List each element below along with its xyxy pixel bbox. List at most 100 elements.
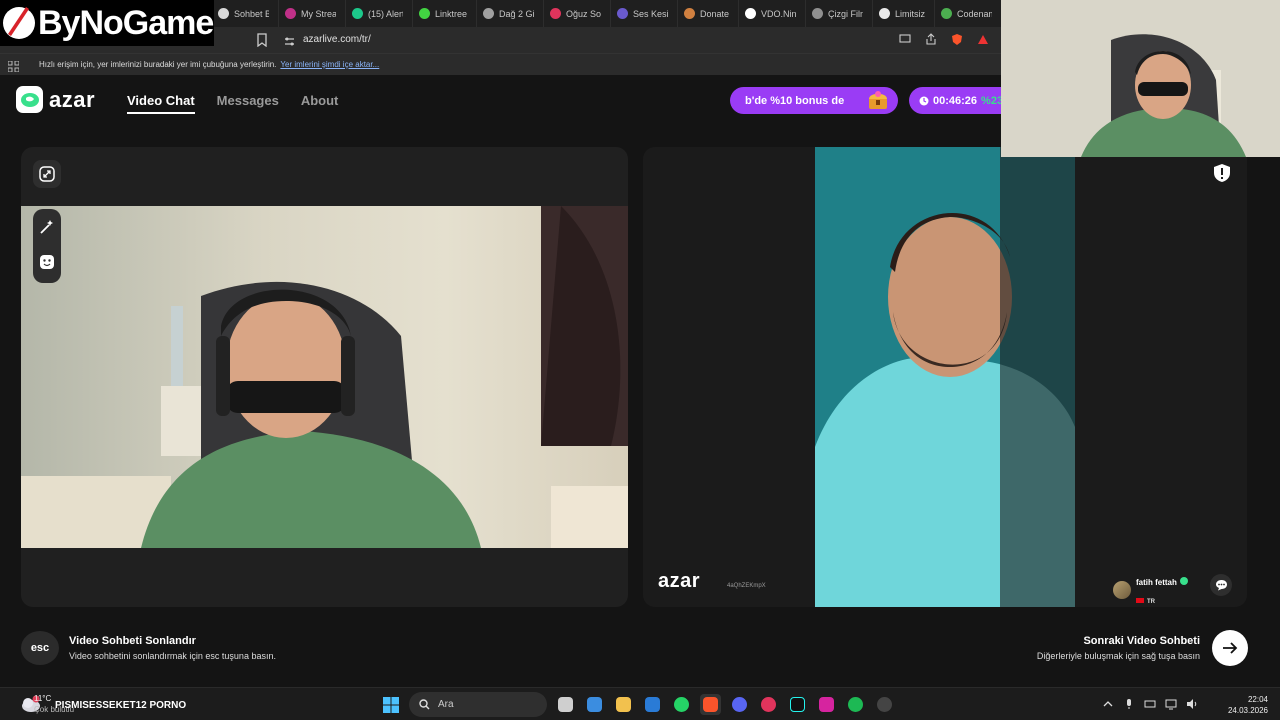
- keyboard-icon[interactable]: [1144, 697, 1156, 709]
- end-chat-subtitle: Video sohbetini sonlandırmak için esc tu…: [69, 651, 276, 661]
- store-icon[interactable]: [584, 694, 605, 715]
- azar-logo-icon: [16, 86, 43, 113]
- bonus-text: b'de %10 bonus de: [745, 94, 845, 107]
- nav-messages[interactable]: Messages: [217, 93, 279, 114]
- tab-label: My Stream: [301, 8, 336, 19]
- nav-video-chat[interactable]: Video Chat: [127, 93, 195, 114]
- tab-label: (15) Alert: [368, 8, 403, 19]
- peer-info[interactable]: fatih fettah TR: [1113, 572, 1188, 607]
- windows-taskbar: 11°C Çok bulutlu PISMISESSEKET12 PORNO A…: [0, 687, 1280, 720]
- self-camera-image: [21, 206, 628, 548]
- self-camera-feed: [21, 206, 628, 548]
- tab-label: Limitsiz: [895, 8, 925, 19]
- search-icon: [419, 699, 430, 710]
- browser-tab[interactable]: Codenam: [935, 0, 1002, 27]
- brave-rewards-icon[interactable]: [976, 32, 990, 46]
- azar-logo-text: azar: [49, 86, 96, 112]
- brave-icon[interactable]: [700, 694, 721, 715]
- apps-grid-icon[interactable]: [7, 59, 20, 73]
- tab-label: Oğuz Sos: [566, 8, 601, 19]
- end-chat-title: Video Sohbeti Sonlandır: [69, 635, 196, 647]
- tiktok-icon[interactable]: [787, 694, 808, 715]
- expand-icon: [39, 166, 55, 182]
- opera-gx-icon[interactable]: [758, 694, 779, 715]
- cast-icon[interactable]: [898, 32, 912, 46]
- windows-start-button[interactable]: [380, 694, 401, 715]
- tab-favicon-icon: [352, 8, 363, 19]
- discord-icon[interactable]: [729, 694, 750, 715]
- browser-tab[interactable]: Çizgi Film: [806, 0, 873, 27]
- tab-favicon-icon: [483, 8, 494, 19]
- browser-tab[interactable]: Dağ 2 Gi: [477, 0, 544, 27]
- spotify-icon[interactable]: [845, 694, 866, 715]
- verified-icon: [1179, 577, 1188, 585]
- taskbar-clock[interactable]: 22:04 24.03.2026: [1228, 694, 1268, 716]
- file-explorer-icon[interactable]: [613, 694, 634, 715]
- browser-tab[interactable]: Sohbet B: [212, 0, 279, 27]
- face-filter-icon[interactable]: [39, 254, 55, 270]
- tab-label: Linktree: [435, 8, 467, 19]
- brave-shields-icon[interactable]: [950, 32, 964, 46]
- main-nav: Video Chat Messages About: [127, 93, 338, 114]
- peer-camera-feed: [815, 147, 1075, 607]
- search-placeholder: Ara: [438, 699, 454, 710]
- speaker-icon[interactable]: [1186, 697, 1198, 709]
- chat-button[interactable]: [1210, 574, 1232, 596]
- self-video-card: [21, 147, 628, 607]
- browser-tab[interactable]: VDO.Ninj: [739, 0, 806, 27]
- whatsapp-icon[interactable]: [671, 694, 692, 715]
- browser-tab[interactable]: Oğuz Sos: [544, 0, 611, 27]
- turkey-flag-icon: [1136, 598, 1144, 603]
- tab-label: Donate: [700, 8, 729, 19]
- taskbar-search[interactable]: Ara: [409, 692, 547, 717]
- microphone-icon[interactable]: [1123, 697, 1135, 709]
- bookmark-icon[interactable]: [256, 33, 268, 48]
- peer-camera-image: [815, 147, 1075, 607]
- tab-favicon-icon: [550, 8, 561, 19]
- url-field[interactable]: azarlive.com/tr/: [303, 34, 371, 45]
- tab-label: Sohbet B: [234, 8, 269, 19]
- mail-icon[interactable]: [642, 694, 663, 715]
- obs-icon[interactable]: [874, 694, 895, 715]
- bynogame-overlay-logo: ByNoGame: [0, 0, 214, 46]
- browser-tab[interactable]: (15) Alert: [346, 0, 413, 27]
- peer-session-id: 4aQhZEKmpX: [727, 583, 766, 589]
- browser-tab[interactable]: Donate: [678, 0, 739, 27]
- arrow-right-icon: [1223, 642, 1238, 654]
- video-tools: [33, 209, 61, 283]
- streamer-webcam-overlay: [1001, 0, 1280, 157]
- nav-about[interactable]: About: [301, 93, 339, 114]
- tab-favicon-icon: [684, 8, 695, 19]
- site-info-icon[interactable]: [284, 34, 295, 46]
- browser-tab[interactable]: Ses Kesic: [611, 0, 678, 27]
- browser-tab[interactable]: My Stream: [279, 0, 346, 27]
- clock-time: 22:04: [1247, 695, 1268, 704]
- bynogame-mark-icon: [2, 3, 36, 43]
- report-shield-icon[interactable]: [1213, 163, 1231, 183]
- browser-tab[interactable]: Limitsiz: [873, 0, 935, 27]
- timer-percent: %23: [981, 94, 1004, 107]
- tab-favicon-icon: [745, 8, 756, 19]
- expand-button[interactable]: [33, 160, 61, 188]
- azar-logo[interactable]: azar: [16, 86, 95, 113]
- bonus-banner[interactable]: b'de %10 bonus de: [730, 87, 898, 114]
- next-chat-title: Sonraki Video Sohbeti: [1083, 635, 1200, 647]
- task-view-icon[interactable]: [555, 694, 576, 715]
- display-icon[interactable]: [1165, 697, 1177, 710]
- next-chat-button[interactable]: [1212, 630, 1248, 666]
- import-bookmarks-link[interactable]: Yer imlerini şimdi içe aktar...: [280, 60, 379, 69]
- chevron-up-icon[interactable]: [1102, 697, 1114, 709]
- tab-favicon-icon: [940, 8, 952, 19]
- tab-favicon-icon: [218, 8, 229, 19]
- instagram-icon[interactable]: [816, 694, 837, 715]
- azar-watermark: azar: [658, 570, 701, 592]
- chat-bubble-icon: [1215, 580, 1227, 591]
- esc-key-button[interactable]: esc: [21, 631, 59, 665]
- magic-wand-icon[interactable]: [39, 219, 55, 235]
- browser-tab[interactable]: Linktree: [413, 0, 477, 27]
- share-icon[interactable]: [924, 32, 938, 46]
- tab-label: VDO.Ninj: [761, 8, 796, 19]
- tab-label: Codenam: [956, 8, 992, 19]
- taskbar-apps: Ara: [380, 692, 895, 717]
- tab-favicon-icon: [285, 8, 296, 19]
